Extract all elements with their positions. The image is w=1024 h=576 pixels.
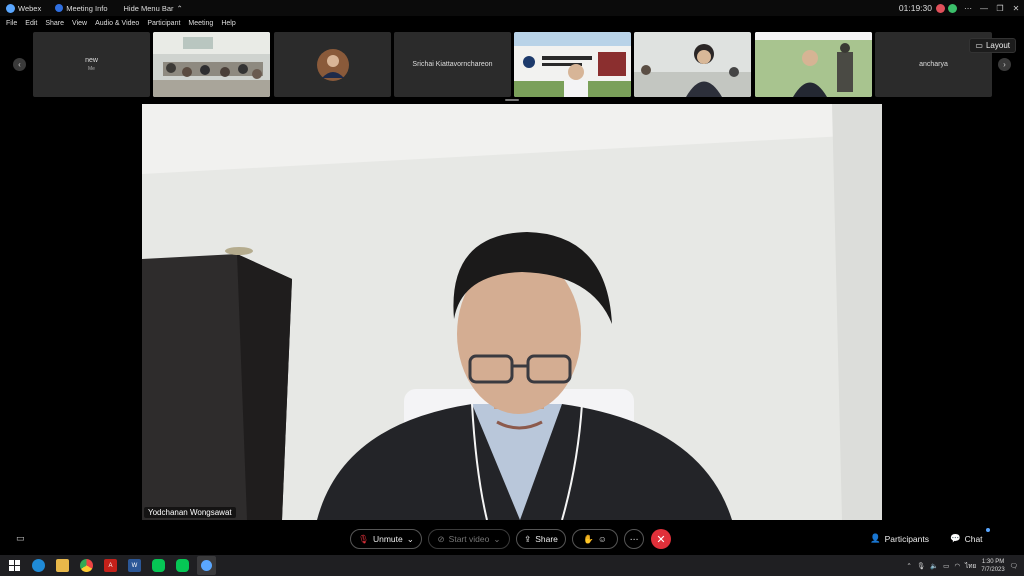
meeting-info-button[interactable]: Meeting Info [55,4,108,13]
more-options-icon[interactable]: ⋯ [960,4,976,13]
chevron-up-icon: ⌃ [176,3,183,13]
windows-start-icon[interactable] [8,559,21,572]
edge-browser-icon[interactable] [32,559,45,572]
leave-meeting-button[interactable]: ✕ [651,529,671,549]
chat-button[interactable]: 💬 Chat [950,533,983,544]
line-app-icon[interactable] [176,559,189,572]
active-speaker-video[interactable]: Yodchanan Wongsawat [142,104,882,520]
meeting-info-icon [55,4,64,12]
meeting-timer: 01:19:30 [898,3,932,13]
chevron-left-icon: ‹ [18,60,21,69]
menu-file[interactable]: File [6,20,17,27]
clock[interactable]: 1:30 PM 7/7/2023 [981,558,1004,574]
mahidol-background-video [514,32,631,97]
filmstrip-resize-handle[interactable] [505,99,519,101]
microphone-icon[interactable]: 🎙 [917,562,925,570]
line-app-icon[interactable] [152,559,165,572]
more-options-icon: ⋯ [629,533,639,544]
menu-bar: File Edit Share View Audio & Video Parti… [0,16,1024,30]
word-icon[interactable]: W [128,559,141,572]
clock-time: 1:30 PM [981,558,1005,565]
wifi-icon[interactable]: ◠ [954,562,960,570]
menu-edit[interactable]: Edit [25,20,37,27]
unmute-button[interactable]: 🎙 Unmute ⌄ [350,529,422,549]
muted-microphone-icon: 🎙 [358,533,369,544]
conference-room-video [153,32,270,97]
participant-tile[interactable] [634,32,751,97]
share-icon: ⇪ [524,533,532,544]
participant-tile[interactable] [755,32,872,97]
participant-tile[interactable]: Srichai Kiattavornchareon [394,32,511,97]
raise-hand-icon[interactable]: ✋ [583,534,594,545]
chevron-down-icon: ⌄ [406,533,414,544]
clock-date: 7/7/2023 [981,566,1005,573]
start-video-button[interactable]: ⊘ Start video ⌄ [428,529,510,549]
speaker-video-feed [142,104,882,520]
captions-icon[interactable]: ▭ [16,533,25,544]
menu-meeting[interactable]: Meeting [188,20,213,27]
minimize-button[interactable]: — [976,4,992,13]
layout-icon: ▭ [975,41,983,50]
participant-avatar [316,48,349,81]
more-options-button[interactable]: ⋯ [624,529,644,549]
statue-background-video [755,32,872,97]
title-bar: Webex Meeting Info Hide Menu Bar ⌃ 01:19… [0,0,1024,16]
speaker-name-label: Yodchanan Wongsawat [144,507,236,518]
reactions-group: ✋ ☺ [572,529,618,549]
hide-menu-bar-button[interactable]: Hide Menu Bar ⌃ [124,4,183,13]
participants-button[interactable]: 👤 Participants [870,533,929,544]
share-button[interactable]: ⇪ Share [516,529,566,549]
filmstrip-next-button[interactable]: › [998,58,1011,71]
participant-tile[interactable] [274,32,391,97]
restore-button[interactable]: ❐ [992,4,1008,13]
file-explorer-icon[interactable] [56,559,69,572]
menu-view[interactable]: View [72,20,87,27]
app-name: Webex [18,3,42,13]
keyboard-language-label[interactable]: ไทย [965,561,976,571]
webex-logo-icon [6,3,15,13]
participant-name: new [85,57,98,64]
webex-taskbar-icon[interactable] [197,556,216,575]
notification-icon[interactable]: 🗨 [1010,562,1018,570]
windows-taskbar: A W ⌃ 🎙 🔈 ▭ ◠ ไทย 1:30 PM 7/7/2023 🗨 [0,555,1024,576]
participant-tile[interactable]: new Me [33,32,150,97]
participant-filmstrip: ‹ new Me Srichai Kiattavornchareon ancha… [0,30,1024,101]
acrobat-icon[interactable]: A [104,559,117,572]
menu-audio-video[interactable]: Audio & Video [95,20,139,27]
participant-tile[interactable] [514,32,631,97]
close-window-button[interactable]: ✕ [1008,4,1024,13]
layout-button[interactable]: ▭ Layout [969,38,1016,53]
connection-status-icon[interactable] [948,3,957,13]
menu-share[interactable]: Share [45,20,64,27]
chat-notification-icon [986,528,990,532]
chevron-down-icon: ⌄ [493,533,501,544]
meeting-controls: ▭ 🎙 Unmute ⌄ ⊘ Start video ⌄ ⇪ Share ✋ ☺… [0,524,1024,554]
participant-name: ancharya [919,61,948,68]
menu-participant[interactable]: Participant [147,20,180,27]
chevron-right-icon: › [1003,60,1006,69]
volume-icon[interactable]: 🔈 [930,562,938,570]
participant-self-label: Me [88,66,95,72]
recording-indicator-icon[interactable] [936,3,945,13]
chrome-browser-icon[interactable] [80,559,93,572]
reactions-icon[interactable]: ☺ [598,534,607,544]
close-icon: ✕ [656,533,666,546]
display-icon[interactable]: ▭ [943,562,949,570]
video-off-icon: ⊘ [437,533,445,544]
menu-help[interactable]: Help [221,20,235,27]
participant-name: Srichai Kiattavornchareon [412,61,493,68]
participants-icon: 👤 [870,533,881,543]
chevron-up-icon[interactable]: ⌃ [906,562,911,570]
participant-tile[interactable] [153,32,270,97]
app-title[interactable]: Webex [6,3,42,13]
system-tray: ⌃ 🎙 🔈 ▭ ◠ ไทย 1:30 PM 7/7/2023 🗨 [906,558,1018,574]
filmstrip-prev-button[interactable]: ‹ [13,58,26,71]
chat-icon: 💬 [950,533,961,543]
participant-video [634,32,751,97]
